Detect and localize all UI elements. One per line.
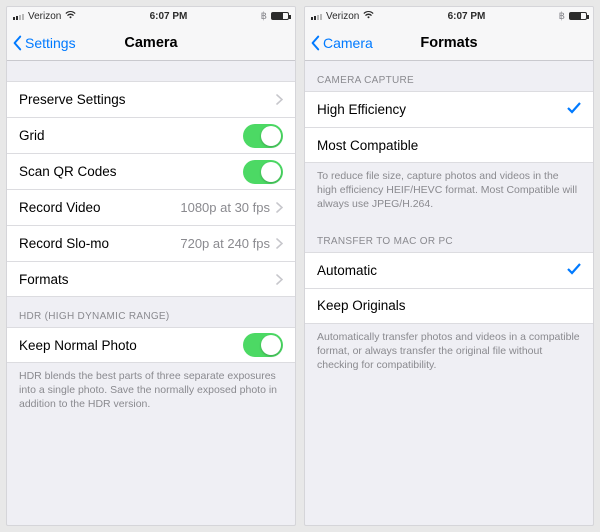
status-bar: Verizon 6:07 PM ฿ <box>7 7 295 25</box>
section-footer-transfer: Automatically transfer photos and videos… <box>305 324 593 383</box>
check-icon <box>567 263 581 278</box>
row-value: 1080p at 30 fps <box>180 200 270 215</box>
carrier-label: Verizon <box>28 11 61 22</box>
content: CAMERA CAPTURE High Efficiency Most Comp… <box>305 61 593 525</box>
row-keep-originals[interactable]: Keep Originals <box>305 288 593 324</box>
section-footer-capture: To reduce file size, capture photos and … <box>305 163 593 222</box>
row-record-video[interactable]: Record Video 1080p at 30 fps <box>7 189 295 225</box>
row-label: Automatic <box>317 263 567 278</box>
row-label: Grid <box>19 128 243 143</box>
row-value: 720p at 240 fps <box>180 236 270 251</box>
back-label: Settings <box>25 35 76 51</box>
row-label: Keep Originals <box>317 298 581 313</box>
row-formats[interactable]: Formats <box>7 261 295 297</box>
section-header-hdr: HDR (HIGH DYNAMIC RANGE) <box>7 297 295 327</box>
back-button[interactable]: Camera <box>305 35 373 51</box>
toggle-grid[interactable] <box>243 124 283 148</box>
toggle-keep-normal[interactable] <box>243 333 283 357</box>
chevron-right-icon <box>276 94 283 105</box>
toggle-qr[interactable] <box>243 160 283 184</box>
wifi-icon <box>363 11 374 22</box>
signal-icon <box>13 12 24 20</box>
section-header-capture: CAMERA CAPTURE <box>305 61 593 91</box>
row-most-compatible[interactable]: Most Compatible <box>305 127 593 163</box>
row-label: Keep Normal Photo <box>19 338 243 353</box>
check-icon <box>567 102 581 117</box>
nav-bar: Settings Camera <box>7 25 295 61</box>
signal-icon <box>311 12 322 20</box>
back-label: Camera <box>323 35 373 51</box>
row-label: High Efficiency <box>317 102 567 117</box>
row-automatic[interactable]: Automatic <box>305 252 593 288</box>
chevron-right-icon <box>276 238 283 249</box>
status-bar: Verizon 6:07 PM ฿ <box>305 7 593 25</box>
chevron-right-icon <box>276 202 283 213</box>
row-label: Preserve Settings <box>19 92 276 107</box>
row-label: Scan QR Codes <box>19 164 243 179</box>
section-header-transfer: TRANSFER TO MAC OR PC <box>305 222 593 252</box>
bluetooth-icon: ฿ <box>261 11 267 22</box>
row-preserve-settings[interactable]: Preserve Settings <box>7 81 295 117</box>
row-grid[interactable]: Grid <box>7 117 295 153</box>
time-label: 6:07 PM <box>150 11 188 22</box>
time-label: 6:07 PM <box>448 11 486 22</box>
chevron-left-icon <box>11 35 23 51</box>
row-label: Formats <box>19 272 276 287</box>
chevron-left-icon <box>309 35 321 51</box>
row-label: Record Slo-mo <box>19 236 180 251</box>
row-scan-qr[interactable]: Scan QR Codes <box>7 153 295 189</box>
wifi-icon <box>65 11 76 22</box>
battery-icon <box>271 12 289 20</box>
content: Preserve Settings Grid Scan QR Codes Rec… <box>7 61 295 525</box>
row-high-efficiency[interactable]: High Efficiency <box>305 91 593 127</box>
nav-bar: Camera Formats <box>305 25 593 61</box>
row-keep-normal[interactable]: Keep Normal Photo <box>7 327 295 363</box>
row-label: Most Compatible <box>317 138 581 153</box>
back-button[interactable]: Settings <box>7 35 76 51</box>
bluetooth-icon: ฿ <box>559 11 565 22</box>
battery-icon <box>569 12 587 20</box>
row-label: Record Video <box>19 200 180 215</box>
section-footer-hdr: HDR blends the best parts of three separ… <box>7 363 295 422</box>
screen-camera-settings: Verizon 6:07 PM ฿ Settings Camera Preser… <box>6 6 296 526</box>
screen-formats: Verizon 6:07 PM ฿ Camera Formats CAMERA … <box>304 6 594 526</box>
row-record-slomo[interactable]: Record Slo-mo 720p at 240 fps <box>7 225 295 261</box>
carrier-label: Verizon <box>326 11 359 22</box>
chevron-right-icon <box>276 274 283 285</box>
